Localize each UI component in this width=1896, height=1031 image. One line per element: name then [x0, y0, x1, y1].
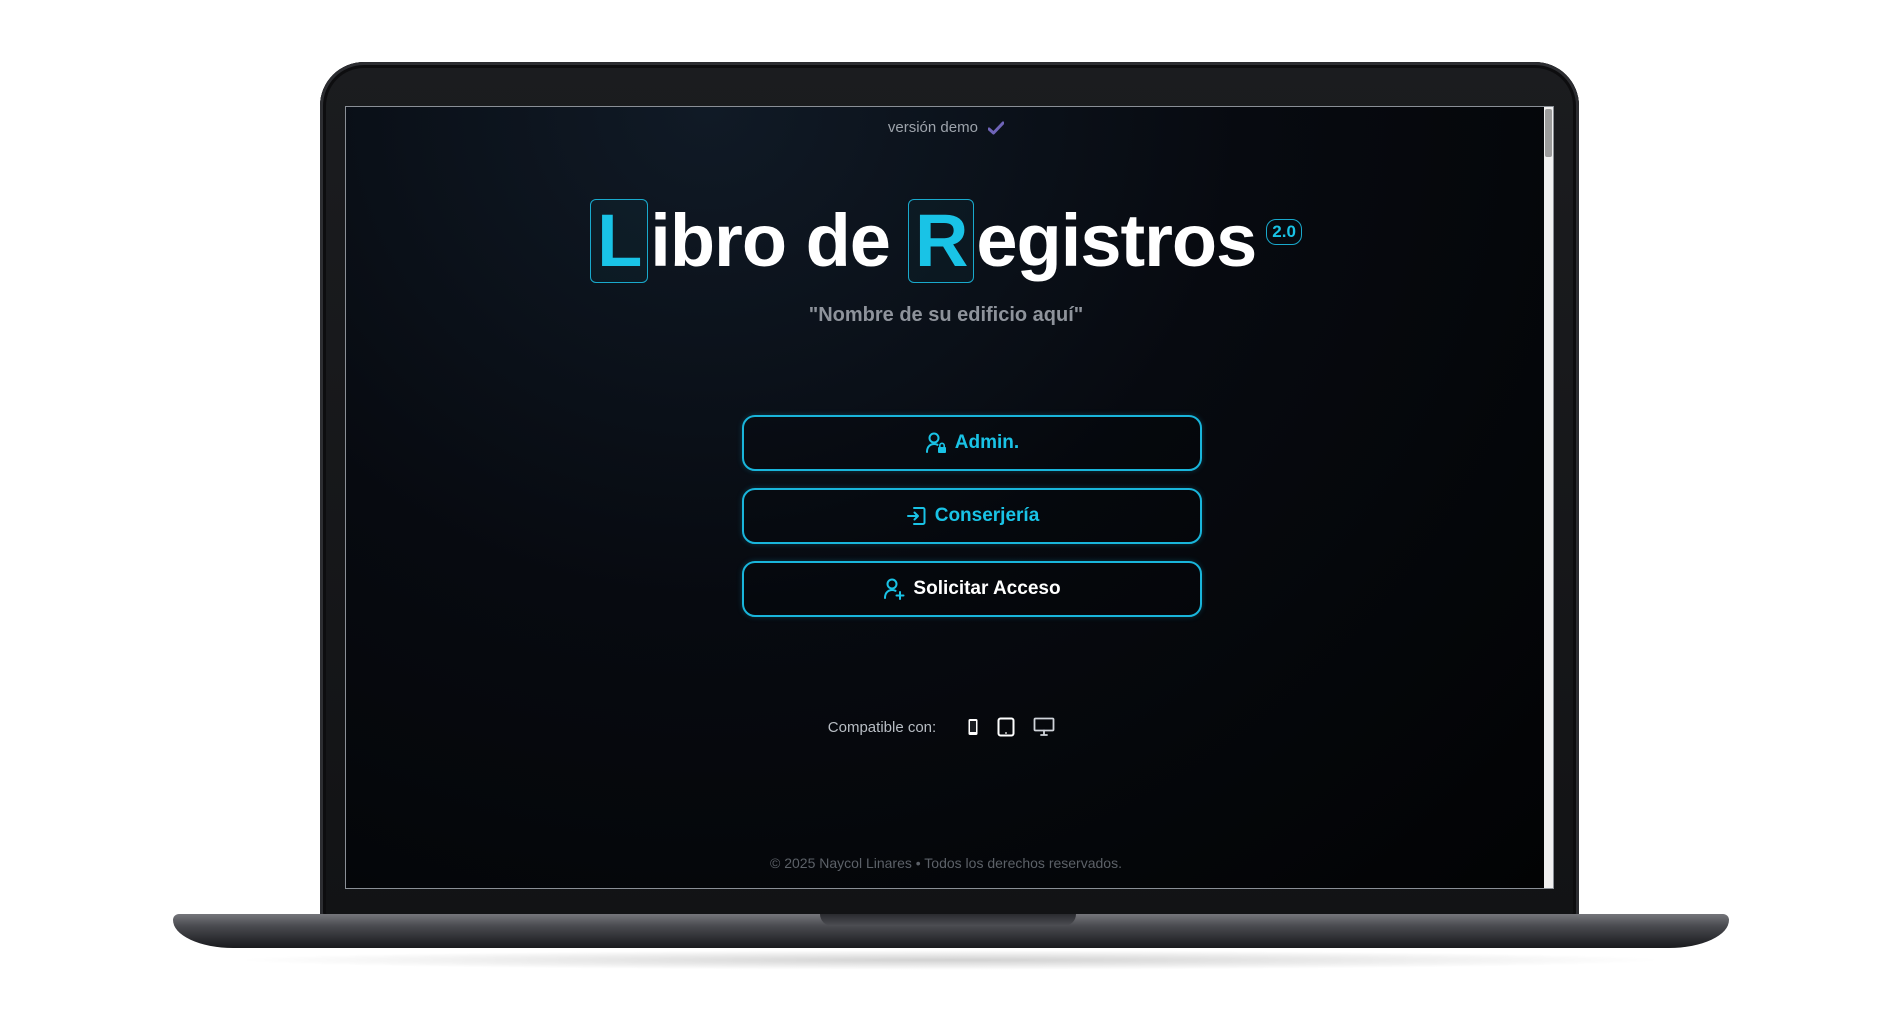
desktop-icon: [1033, 717, 1055, 737]
laptop-notch: [820, 914, 1076, 926]
compat-label: Compatible con:: [827, 718, 937, 736]
demo-label: versión demo: [887, 119, 978, 136]
compatibility-row: Compatible con:: [346, 717, 1546, 737]
laptop-shadow: [230, 950, 1670, 970]
building-name: "Nombre de su edificio aquí": [808, 304, 1084, 326]
phone-icon: [967, 718, 979, 736]
user-lock-icon: [925, 432, 946, 453]
conserjeria-button-label: Conserjería: [934, 505, 1040, 526]
version-badge: 2.0: [1266, 219, 1302, 245]
title-part-2: egistros: [976, 199, 1257, 282]
conserjeria-button[interactable]: Conserjería: [742, 488, 1202, 544]
request-access-button-label: Solicitar Acceso: [913, 578, 1061, 599]
title-part-1: ibro de: [650, 199, 891, 282]
admin-button-label: Admin.: [954, 432, 1020, 453]
demo-badge: versión demo: [346, 119, 1546, 136]
request-access-button[interactable]: Solicitar Acceso: [742, 561, 1202, 617]
scrollbar[interactable]: [1544, 107, 1553, 888]
login-icon: [906, 507, 926, 525]
app-title: L ibro de R egistros 2.0: [346, 199, 1546, 283]
laptop-mockup: versión demo L ibro de R egistros 2.0 "N…: [0, 0, 1896, 1031]
title-letter-l: L: [590, 199, 649, 283]
admin-button[interactable]: Admin.: [742, 415, 1202, 471]
check-icon: [987, 121, 1005, 135]
copyright-footer: © 2025 Naycol Linares • Todos los derech…: [770, 855, 1122, 871]
user-plus-icon: [884, 578, 905, 600]
title-letter-r: R: [907, 199, 975, 283]
tablet-icon: [997, 717, 1015, 737]
app-screen: versión demo L ibro de R egistros 2.0 "N…: [345, 106, 1554, 889]
scrollbar-thumb[interactable]: [1545, 109, 1552, 157]
